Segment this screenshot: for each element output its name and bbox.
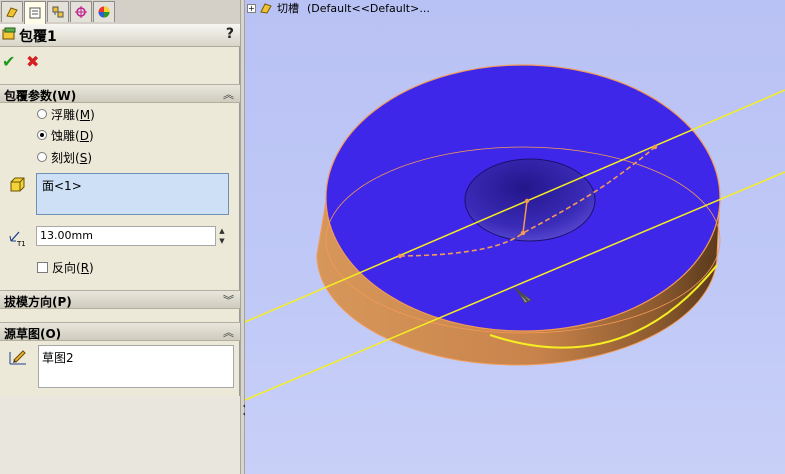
expand-chevron-icon[interactable]: ︾ xyxy=(223,292,234,308)
collapse-chevron-icon[interactable]: ︽ xyxy=(223,86,234,102)
group-label: 拔模方向(P) xyxy=(4,295,72,309)
depth-icon: T1 xyxy=(9,231,26,248)
help-button[interactable]: ? xyxy=(226,26,234,42)
sketch-point xyxy=(520,230,526,236)
property-manager-titlebar: 包覆1 ? xyxy=(0,24,240,47)
option-scribe[interactable]: 刻划(S) xyxy=(37,148,92,166)
dim-xpert-icon xyxy=(75,6,87,18)
configuration-name: (Default<<Default>... xyxy=(307,1,430,15)
group-label: 源草图(O) xyxy=(4,327,62,341)
wrap-feature-icon xyxy=(2,27,16,40)
depth-spinner[interactable]: ▲ ▼ xyxy=(216,226,228,246)
radio-button[interactable] xyxy=(37,109,47,119)
feature-tree-flyout[interactable]: + 切槽 (Default<<Default>... xyxy=(245,0,430,16)
configuration-manager-icon xyxy=(52,6,64,18)
face-selection-icon xyxy=(10,177,25,192)
tab-configuration-manager[interactable] xyxy=(47,1,69,22)
page-title: 包覆1 xyxy=(19,29,57,45)
depth-input[interactable]: 13.00mm xyxy=(36,226,216,246)
option-emboss[interactable]: 浮雕(M) xyxy=(37,105,95,123)
tab-feature-manager[interactable] xyxy=(1,1,23,22)
display-manager-icon xyxy=(98,6,110,18)
cancel-button[interactable]: ✖ xyxy=(26,52,39,71)
property-manager-icon xyxy=(29,7,41,19)
expand-icon[interactable]: + xyxy=(247,3,256,13)
collapse-chevron-icon[interactable]: ︽ xyxy=(223,324,234,340)
sketch-point xyxy=(524,198,530,204)
option-deboss[interactable]: 蚀雕(D) xyxy=(37,126,94,144)
sketch-point xyxy=(397,253,403,259)
radio-button[interactable] xyxy=(37,152,47,162)
ok-button[interactable]: ✔ xyxy=(2,52,15,71)
draft-direction-header[interactable]: 拔模方向(P) ︾ xyxy=(0,290,240,309)
panel-empty-area xyxy=(0,396,240,474)
part-icon xyxy=(260,3,272,14)
tab-dimxpert[interactable] xyxy=(70,1,92,22)
tab-property-manager[interactable] xyxy=(24,1,46,24)
tab-display-manager[interactable] xyxy=(93,1,115,22)
source-sketch-box[interactable]: 草图2 xyxy=(38,345,234,388)
wrap-parameters-header[interactable]: 包覆参数(W) ︽ xyxy=(0,84,240,103)
reverse-direction-option[interactable]: 反向(R) xyxy=(37,259,94,276)
reverse-checkbox[interactable] xyxy=(37,262,48,273)
source-sketch-item[interactable]: 草图2 xyxy=(42,351,74,365)
source-sketch-header[interactable]: 源草图(O) ︽ xyxy=(0,322,240,341)
reverse-label: 反向(R) xyxy=(52,261,94,275)
property-manager-panel: 包覆1 ? ✔ ✖ 包覆参数(W) ︽ 浮雕(M) 蚀雕(D) 刻划(S) 面<… xyxy=(0,0,240,474)
depth-value: 13.00mm xyxy=(40,229,93,242)
graphics-viewport[interactable]: + 切槽 (Default<<Default>... xyxy=(245,0,785,474)
svg-text:T1: T1 xyxy=(16,240,26,248)
option-label: 浮雕(M) xyxy=(51,107,95,122)
option-label: 蚀雕(D) xyxy=(51,128,94,143)
face-selection-box[interactable]: 面<1> xyxy=(36,173,229,215)
model-view[interactable] xyxy=(245,0,785,474)
sketch-icon xyxy=(9,350,26,365)
feature-manager-icon xyxy=(6,7,18,18)
radio-button[interactable] xyxy=(37,130,47,140)
part-name: 切槽 xyxy=(277,2,299,15)
sketch-point xyxy=(652,144,658,150)
group-label: 包覆参数(W) xyxy=(4,89,77,103)
face-selection-item[interactable]: 面<1> xyxy=(42,179,82,193)
option-label: 刻划(S) xyxy=(51,150,93,165)
manager-tab-bar xyxy=(0,0,240,25)
